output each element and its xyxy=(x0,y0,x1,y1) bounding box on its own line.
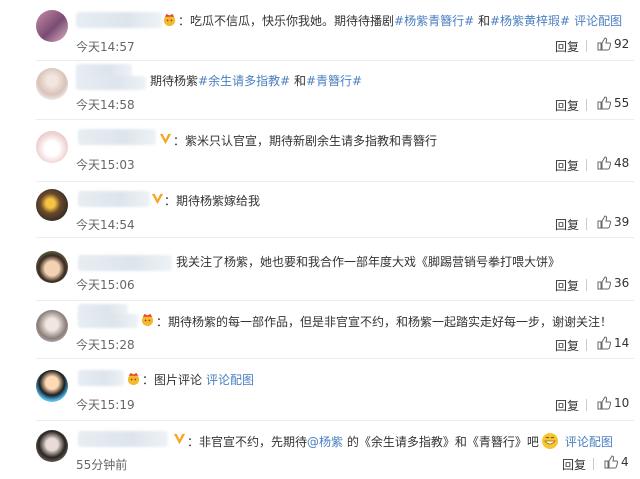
avatar[interactable] xyxy=(36,68,68,100)
reply-button[interactable]: 回复 xyxy=(555,38,579,55)
comment-text: ：期待杨紫的每一部作品，但是非官宣不约，和杨紫一起踏实走好每一步，谢谢关注！ xyxy=(156,315,613,329)
crown-emoji-icon xyxy=(163,13,176,27)
avatar[interactable] xyxy=(36,189,68,221)
avatar[interactable] xyxy=(36,310,68,342)
hashtag-link[interactable]: #余生请多指教# xyxy=(198,74,290,88)
like-button[interactable]: 48 xyxy=(597,156,629,170)
comment-item: 我关注了杨紫，她也要和我合作一部年度大戏《脚踢营销号拳打喂大饼》 今天15:06… xyxy=(0,237,640,301)
like-button[interactable]: 92 xyxy=(597,37,629,51)
thumbs-up-icon xyxy=(597,156,612,170)
comment-item: ：紫米只认官宣，期待新剧余生请多指教和青簪行 今天15:03 回复 48 xyxy=(0,119,640,182)
timestamp: 今天15:19 xyxy=(76,398,135,412)
divider xyxy=(586,399,587,411)
comment-text: ：吃瓜不信瓜，快乐你我她。期待待播剧#杨紫青簪行# 和#杨紫黄梓瑕# 评论配图 xyxy=(178,14,623,28)
divider xyxy=(586,339,587,351)
reply-button[interactable]: 回复 xyxy=(555,397,579,414)
like-button[interactable]: 39 xyxy=(597,215,629,229)
hashtag-link[interactable]: #杨紫青簪行# xyxy=(394,14,474,28)
comment-text: 期待杨紫#余生请多指教# 和#青簪行# xyxy=(150,74,363,88)
reply-button[interactable]: 回复 xyxy=(555,337,579,354)
reply-button[interactable]: 回复 xyxy=(555,216,579,233)
comment-image-link[interactable]: 评论配图 xyxy=(565,435,613,449)
username-blurred[interactable] xyxy=(78,129,156,145)
hashtag-link[interactable]: #杨紫黄梓瑕# xyxy=(490,14,570,28)
timestamp: 今天14:57 xyxy=(76,40,135,54)
verified-v-icon xyxy=(151,193,164,205)
thumbs-up-icon xyxy=(604,455,619,469)
comment-item: ：非官宣不约，先期待@杨紫 的《余生请多指教》和《青簪行》吧 评论配图 55分钟前… xyxy=(0,420,640,479)
username-blurred[interactable] xyxy=(76,76,146,90)
username-blurred[interactable] xyxy=(78,191,150,207)
like-button[interactable]: 55 xyxy=(597,96,629,110)
reply-button[interactable]: 回复 xyxy=(555,97,579,114)
divider xyxy=(586,159,587,171)
avatar[interactable] xyxy=(36,430,68,462)
thumbs-up-icon xyxy=(597,276,612,290)
timestamp: 今天15:06 xyxy=(76,278,135,292)
reply-button[interactable]: 回复 xyxy=(555,157,579,174)
comment-text: 我关注了杨紫，她也要和我合作一部年度大戏《脚踢营销号拳打喂大饼》 xyxy=(176,255,561,269)
avatar[interactable] xyxy=(36,131,68,163)
comment-item: ：期待杨紫的每一部作品，但是非官宣不约，和杨紫一起踏实走好每一步，谢谢关注！ 今… xyxy=(0,300,640,359)
username-blurred[interactable] xyxy=(78,255,172,271)
timestamp: 今天15:03 xyxy=(76,158,135,172)
comment-text: ：期待杨紫嫁给我 xyxy=(164,194,261,208)
comment-text: ：紫米只认官宣，期待新剧余生请多指教和青簪行 xyxy=(173,134,438,148)
divider xyxy=(586,99,587,111)
avatar[interactable] xyxy=(36,370,68,402)
comment-item: 期待杨紫#余生请多指教# 和#青簪行# 今天14:58 回复 55 xyxy=(0,60,640,120)
hashtag-link[interactable]: #青簪行# xyxy=(306,74,362,88)
timestamp: 55分钟前 xyxy=(76,458,128,472)
comment-image-link[interactable]: 评论配图 xyxy=(206,373,254,387)
username-blurred[interactable] xyxy=(78,431,168,447)
crown-emoji-icon xyxy=(141,313,154,327)
timestamp: 今天14:58 xyxy=(76,98,135,112)
like-button[interactable]: 4 xyxy=(604,455,629,469)
crown-emoji-icon xyxy=(127,372,140,386)
mention-link[interactable]: @杨紫 xyxy=(307,435,343,449)
like-button[interactable]: 36 xyxy=(597,276,629,290)
divider xyxy=(586,218,587,230)
avatar[interactable] xyxy=(36,10,68,42)
timestamp: 今天15:28 xyxy=(76,338,135,352)
username-blurred[interactable] xyxy=(78,370,124,386)
comment-item: ：图片评论 评论配图 今天15:19 回复 10 xyxy=(0,358,640,421)
avatar[interactable] xyxy=(36,251,68,283)
reply-button[interactable]: 回复 xyxy=(562,456,586,473)
divider xyxy=(586,279,587,291)
timestamp: 今天14:54 xyxy=(76,218,135,232)
like-button[interactable]: 10 xyxy=(597,396,629,410)
divider xyxy=(593,458,594,470)
comment-text: ：非官宣不约，先期待@杨紫 的《余生请多指教》和《青簪行》吧 评论配图 xyxy=(187,432,613,450)
verified-v-icon xyxy=(173,433,186,445)
thumbs-up-icon xyxy=(597,37,612,51)
thumbs-up-icon xyxy=(597,396,612,410)
grin-emoji-icon xyxy=(541,433,558,449)
comment-item: ：吃瓜不信瓜，快乐你我她。期待待播剧#杨紫青簪行# 和#杨紫黄梓瑕# 评论配图 今… xyxy=(0,0,640,61)
username-blurred[interactable] xyxy=(78,314,138,328)
verified-v-icon xyxy=(159,133,172,145)
like-button[interactable]: 14 xyxy=(597,336,629,350)
divider xyxy=(586,40,587,52)
username-blurred[interactable] xyxy=(76,12,162,28)
comment-text: ：图片评论 评论配图 xyxy=(142,373,255,387)
thumbs-up-icon xyxy=(597,215,612,229)
comment-item: ：期待杨紫嫁给我 今天14:54 回复 39 xyxy=(0,181,640,238)
reply-button[interactable]: 回复 xyxy=(555,277,579,294)
thumbs-up-icon xyxy=(597,336,612,350)
thumbs-up-icon xyxy=(597,96,612,110)
comment-image-link[interactable]: 评论配图 xyxy=(574,14,622,28)
